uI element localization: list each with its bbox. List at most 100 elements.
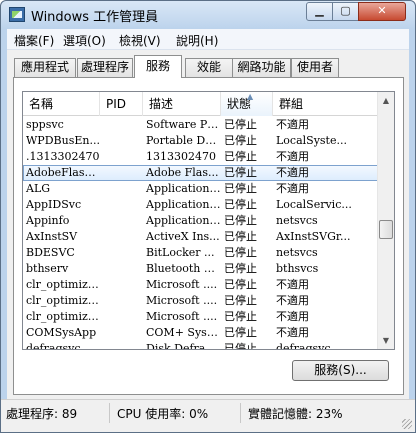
table-row[interactable]: bthserv Bluetooth S... 已停止 bthsvcs [23, 261, 378, 277]
service-description: Application ... [146, 198, 221, 211]
menu-help[interactable]: 說明(H) [176, 32, 218, 49]
tab-performance[interactable]: 效能 [185, 58, 233, 77]
table-row[interactable]: defragsvc Disk Defrag... 已停止 defragsvc [23, 341, 378, 350]
column-header-status[interactable]: ▲ 狀態 [221, 92, 273, 116]
table-row[interactable]: WPDBusEn... Portable De... 已停止 LocalSyste..… [23, 133, 378, 149]
service-status: 已停止 [224, 118, 257, 131]
service-description: BitLocker ... [146, 246, 215, 259]
services-list[interactable]: 名稱 PID 描述 ▲ 狀態 群組 sppsvc Software Pr... 已停… [22, 91, 395, 350]
column-header-pid[interactable]: PID [100, 92, 143, 116]
service-name: clr_optimiza... [26, 278, 100, 291]
service-name: Appinfo [26, 214, 70, 227]
list-rows: sppsvc Software Pr... 已停止 不適用 WPDBusEn... Por… [23, 117, 378, 350]
service-group: 不適用 [276, 326, 309, 339]
close-icon: ✕ [377, 4, 387, 17]
column-header-description[interactable]: 描述 [143, 92, 221, 116]
services-button[interactable]: 服務(S)... [292, 360, 389, 381]
table-row[interactable]: ALG Application ... 已停止 不適用 [23, 181, 378, 197]
title-bar[interactable]: Windows 工作管理員 ▁ ▢ ✕ [1, 1, 415, 29]
service-pid [100, 214, 143, 229]
close-button[interactable]: ✕ [358, 2, 406, 21]
services-tab-panel: 名稱 PID 描述 ▲ 狀態 群組 sppsvc Software Pr... 已停… [13, 77, 404, 395]
arrow-down-icon: ▼ [382, 336, 390, 345]
service-status: 已停止 [224, 278, 257, 291]
maximize-button[interactable]: ▢ [332, 2, 359, 21]
column-header-name[interactable]: 名稱 [23, 92, 100, 116]
service-name: AppIDSvc [26, 198, 82, 211]
service-description: Portable De... [146, 134, 221, 147]
service-status: 已停止 [224, 262, 257, 275]
tab-services[interactable]: 服務 [134, 55, 182, 78]
service-group: bthsvcs [276, 262, 319, 275]
service-pid [100, 326, 143, 341]
tab-networking[interactable]: 網路功能 [232, 58, 291, 77]
service-status: 已停止 [224, 150, 257, 163]
table-row[interactable]: AxInstSV ActiveX Ins... 已停止 AxInstSVGr... [23, 229, 378, 245]
menu-options[interactable]: 選項(O) [63, 32, 106, 49]
tab-users[interactable]: 使用者 [291, 58, 339, 77]
service-group: 不適用 [276, 118, 309, 131]
service-name: AxInstSV [26, 230, 78, 243]
maximize-icon: ▢ [340, 4, 351, 17]
service-name: bthserv [26, 262, 69, 275]
tab-processes[interactable]: 處理程序 [77, 58, 133, 77]
service-group: netsvcs [276, 214, 318, 227]
minimize-button[interactable]: ▁ [306, 2, 333, 21]
table-row[interactable]: .1313302470 1313302470 已停止 不適用 [23, 149, 378, 165]
service-pid [100, 278, 143, 293]
tab-applications[interactable]: 應用程式 [14, 58, 76, 77]
service-name: BDESVC [26, 246, 75, 259]
table-row[interactable]: AppIDSvc Application ... 已停止 LocalServic... [23, 197, 378, 213]
service-group: netsvcs [276, 246, 318, 259]
menu-bar: 檔案(F) 選項(O) 檢視(V) 說明(H) [7, 29, 409, 50]
service-name: .1313302470 [26, 150, 100, 163]
service-pid [100, 118, 143, 133]
scroll-down-button[interactable]: ▼ [378, 332, 394, 349]
arrow-up-icon: ▲ [382, 96, 390, 105]
menu-view[interactable]: 檢視(V) [119, 32, 161, 49]
service-description: Adobe Flas... [146, 166, 219, 179]
service-name: clr_optimiza... [26, 310, 100, 323]
service-description: Microsoft .... [146, 310, 218, 323]
service-status: 已停止 [224, 214, 257, 227]
service-status: 已停止 [224, 182, 257, 195]
list-header: 名稱 PID 描述 ▲ 狀態 群組 [23, 92, 378, 116]
minimize-icon: ▁ [315, 4, 324, 17]
table-row[interactable]: Appinfo Application ... 已停止 netsvcs [23, 213, 378, 229]
service-status: 已停止 [224, 342, 257, 350]
scroll-up-button[interactable]: ▲ [378, 92, 394, 109]
service-description: Bluetooth S... [146, 262, 221, 275]
service-pid [100, 166, 143, 181]
table-row[interactable]: BDESVC BitLocker ... 已停止 netsvcs [23, 245, 378, 261]
table-row[interactable]: clr_optimiza... Microsoft .... 已停止 不適用 [23, 293, 378, 309]
table-row[interactable]: clr_optimiza... Microsoft .... 已停止 不適用 [23, 277, 378, 293]
table-row[interactable]: clr_optimiza... Microsoft .... 已停止 不適用 [23, 309, 378, 325]
resize-grip[interactable] [402, 419, 412, 429]
service-status: 已停止 [224, 134, 257, 147]
table-row[interactable]: COMSysApp COM+ Syst... 已停止 不適用 [23, 325, 378, 341]
service-pid [100, 310, 143, 325]
service-description: Software Pr... [146, 118, 221, 131]
service-pid [100, 342, 143, 349]
task-manager-window: Windows 工作管理員 ▁ ▢ ✕ 檔案(F) 選項(O) 檢視(V) 說明… [0, 0, 416, 433]
menu-file[interactable]: 檔案(F) [14, 32, 54, 49]
service-pid [100, 134, 143, 149]
table-row[interactable]: sppsvc Software Pr... 已停止 不適用 [23, 117, 378, 133]
client-area: 應用程式 處理程序 服務 效能 網路功能 使用者 名稱 PID 描述 ▲ 狀態 … [7, 50, 409, 399]
service-status: 已停止 [224, 294, 257, 307]
service-status: 已停止 [224, 310, 257, 323]
service-name: clr_optimiza... [26, 294, 100, 307]
service-pid [100, 198, 143, 213]
vertical-scrollbar[interactable]: ▲ ▼ [377, 92, 394, 349]
status-process-count: 處理程序: 89 [6, 407, 78, 421]
service-description: ActiveX Ins... [146, 230, 220, 243]
status-divider [240, 403, 241, 423]
service-description: 1313302470 [146, 150, 216, 163]
table-row[interactable]: AdobeFlash... Adobe Flas... 已停止 不適用 [23, 165, 378, 181]
scroll-thumb[interactable] [379, 220, 393, 239]
sort-ascending-icon: ▲ [247, 92, 254, 101]
column-header-group[interactable]: 群組 [273, 92, 378, 116]
service-group: 不適用 [276, 182, 309, 195]
service-status: 已停止 [224, 246, 257, 259]
service-description: COM+ Syst... [146, 326, 221, 339]
